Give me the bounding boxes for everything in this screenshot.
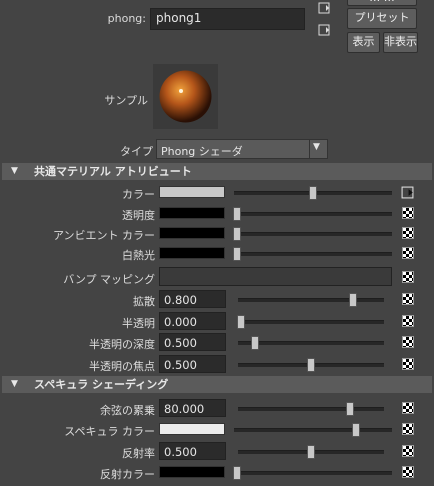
node-name-field[interactable]: phong1 bbox=[150, 8, 305, 30]
slider-track[interactable] bbox=[234, 232, 392, 236]
slider-handle[interactable] bbox=[233, 466, 241, 480]
slider-track[interactable] bbox=[234, 252, 392, 256]
show-button[interactable]: 表示 bbox=[347, 32, 380, 53]
attribute-label: 半透明 bbox=[122, 317, 155, 330]
checker-map-icon[interactable] bbox=[402, 247, 414, 259]
color-swatch[interactable] bbox=[159, 247, 225, 259]
attribute-label: 透明度 bbox=[122, 209, 155, 222]
slider-track[interactable] bbox=[234, 212, 392, 216]
slider-handle[interactable] bbox=[309, 186, 317, 200]
common-material-section-header[interactable]: ▼ 共通マテリアル アトリビュート bbox=[2, 163, 432, 180]
preset-button[interactable]: プリセット bbox=[347, 8, 417, 29]
checker-map-icon[interactable] bbox=[402, 336, 414, 348]
slider-track[interactable] bbox=[234, 428, 392, 432]
slider-handle[interactable] bbox=[233, 227, 241, 241]
output-connection-icon[interactable] bbox=[401, 186, 414, 199]
attribute-label: 半透明の焦点 bbox=[89, 360, 155, 373]
numeric-field[interactable]: 80.000 bbox=[159, 399, 226, 417]
checker-map-icon[interactable] bbox=[402, 402, 414, 414]
node-type-label: phong: bbox=[107, 12, 146, 25]
checker-map-icon[interactable] bbox=[402, 207, 414, 219]
type-dropdown[interactable]: Phong シェーダ ▼ bbox=[156, 139, 328, 159]
numeric-field[interactable]: 0.500 bbox=[159, 442, 226, 460]
slider-track[interactable] bbox=[238, 407, 384, 411]
attribute-label: 拡散 bbox=[133, 295, 155, 308]
material-sample-swatch[interactable] bbox=[153, 64, 218, 129]
attribute-label: 余弦の累乗 bbox=[100, 404, 155, 417]
triangle-down-icon: ▼ bbox=[11, 379, 18, 389]
type-label: タイプ bbox=[120, 145, 153, 158]
checker-map-icon[interactable] bbox=[402, 227, 414, 239]
attribute-label: 反射率 bbox=[122, 447, 155, 460]
numeric-field[interactable]: 0.800 bbox=[159, 290, 226, 308]
triangle-down-icon: ▼ bbox=[11, 166, 18, 176]
color-swatch[interactable] bbox=[159, 186, 225, 198]
slider-handle[interactable] bbox=[251, 336, 259, 350]
attribute-label: アンビエント カラー bbox=[52, 229, 155, 242]
focus-output-icon[interactable] bbox=[318, 24, 330, 36]
sphere-preview-icon bbox=[159, 70, 212, 123]
specular-section-title: スペキュラ シェーディング bbox=[34, 378, 169, 391]
focus-input-icon[interactable] bbox=[318, 2, 330, 14]
checker-map-icon[interactable] bbox=[402, 466, 414, 478]
slider-handle[interactable] bbox=[233, 207, 241, 221]
slider-handle[interactable] bbox=[233, 247, 241, 261]
color-swatch[interactable] bbox=[159, 227, 225, 239]
attribute-label: 半透明の深度 bbox=[89, 338, 155, 351]
top-partial-button[interactable]: … … bbox=[347, 0, 417, 6]
checker-map-icon[interactable] bbox=[402, 423, 414, 435]
numeric-field[interactable]: 0.500 bbox=[159, 333, 226, 351]
hide-button[interactable]: 非表示 bbox=[383, 32, 418, 53]
checker-map-icon[interactable] bbox=[402, 271, 414, 283]
slider-handle[interactable] bbox=[237, 315, 245, 329]
slider-track[interactable] bbox=[238, 341, 384, 345]
slider-track[interactable] bbox=[234, 471, 392, 475]
numeric-field[interactable]: 0.500 bbox=[159, 355, 226, 373]
checker-map-icon[interactable] bbox=[402, 358, 414, 370]
specular-section-header[interactable]: ▼ スペキュラ シェーディング bbox=[2, 376, 432, 393]
slider-handle[interactable] bbox=[307, 358, 315, 372]
checker-map-icon[interactable] bbox=[402, 293, 414, 305]
type-dropdown-value: Phong シェーダ bbox=[161, 145, 243, 158]
slider-track[interactable] bbox=[238, 320, 384, 324]
color-swatch[interactable] bbox=[159, 466, 225, 478]
attribute-label: バンプ マッピング bbox=[63, 273, 155, 286]
bump-mapping-field[interactable] bbox=[159, 267, 392, 286]
color-swatch[interactable] bbox=[159, 423, 225, 435]
attribute-label: 反射カラー bbox=[100, 468, 155, 481]
common-material-section-title: 共通マテリアル アトリビュート bbox=[34, 165, 192, 178]
checker-map-icon[interactable] bbox=[402, 315, 414, 327]
attribute-label: カラー bbox=[122, 188, 155, 201]
sample-label: サンプル bbox=[104, 94, 148, 107]
slider-handle[interactable] bbox=[346, 402, 354, 416]
chevron-down-icon: ▼ bbox=[313, 142, 320, 152]
slider-handle[interactable] bbox=[349, 293, 357, 307]
attribute-label: 白熱光 bbox=[122, 249, 155, 262]
slider-track[interactable] bbox=[238, 298, 384, 302]
checker-map-icon[interactable] bbox=[402, 445, 414, 457]
slider-handle[interactable] bbox=[352, 423, 360, 437]
attribute-label: スペキュラ カラー bbox=[64, 425, 155, 438]
slider-handle[interactable] bbox=[307, 445, 315, 459]
numeric-field[interactable]: 0.000 bbox=[159, 312, 226, 330]
color-swatch[interactable] bbox=[159, 207, 225, 219]
